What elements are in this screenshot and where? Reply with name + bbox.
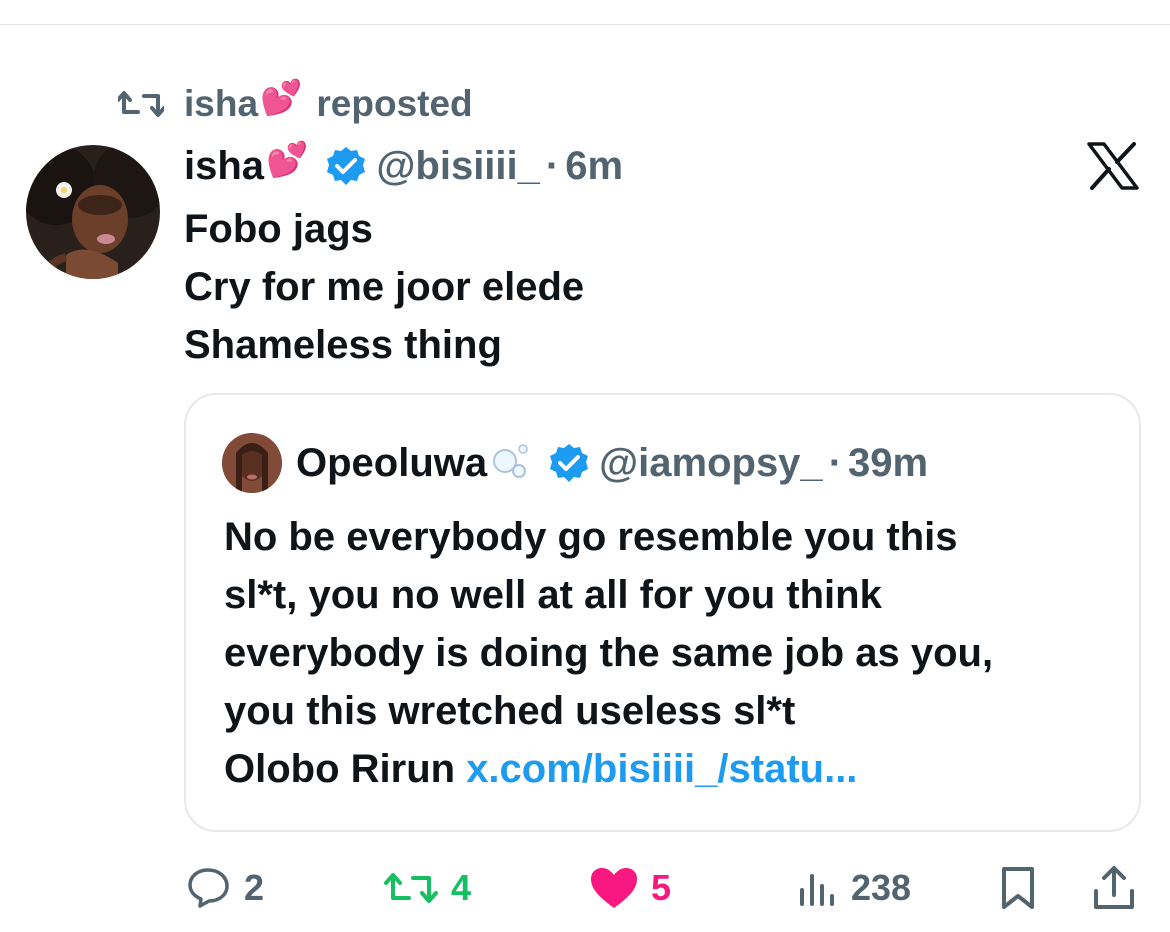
tweet-line: Fobo jags — [184, 207, 373, 251]
tweet-line: Shameless thing — [184, 323, 502, 367]
like-icon — [591, 868, 637, 908]
quoted-line: Olobo Rirun x.com/bisiiii_/statu... — [224, 740, 1124, 798]
views-icon — [800, 874, 834, 906]
repost-icon — [118, 91, 164, 117]
quoted-tweet-card[interactable]: Opeoluwa @iamopsy_ · 39m No be everybody… — [184, 393, 1141, 832]
author-avatar[interactable] — [26, 145, 160, 279]
quoted-line: everybody is doing the same job as you, — [224, 631, 994, 675]
verified-badge-icon — [327, 147, 366, 185]
x-logo-icon — [1087, 142, 1139, 190]
quoted-tweet-header: Opeoluwa @iamopsy_ · 39m — [222, 433, 928, 493]
author-name[interactable]: isha — [184, 144, 264, 189]
tweet-page: isha 💕 reposted isha 💕 @bisiiii_ · 6m Fo… — [0, 0, 1170, 932]
separator: · — [545, 143, 560, 188]
reply-button[interactable]: 2 — [186, 858, 264, 918]
share-icon — [1094, 866, 1134, 909]
repost-name[interactable]: isha — [184, 83, 258, 125]
like-count: 5 — [651, 867, 672, 908]
timestamp[interactable]: 6m — [565, 144, 623, 189]
separator: · — [828, 440, 843, 485]
quoted-tweet-text: No be everybody go resemble you this sl*… — [224, 508, 1124, 798]
repost-count: 4 — [451, 867, 472, 908]
share-button[interactable] — [1092, 858, 1148, 918]
divider — [0, 24, 1170, 25]
quoted-line: you this wretched useless sl*t — [224, 689, 796, 733]
heart-emoji-icon: 💕 — [266, 141, 309, 179]
tweet-text: Fobo jags Cry for me joor elede Shameles… — [184, 200, 584, 374]
bookmark-icon — [1002, 867, 1034, 909]
repost-button[interactable]: 4 — [383, 858, 471, 918]
bookmark-button[interactable] — [998, 858, 1050, 918]
quoted-timestamp[interactable]: 39m — [848, 441, 928, 486]
heart-emoji-icon: 💕 — [260, 79, 303, 117]
repost-icon — [384, 873, 438, 903]
quoted-line: No be everybody go resemble you this — [224, 515, 958, 559]
reply-icon — [188, 868, 229, 908]
quoted-line: sl*t, you no well at all for you think — [224, 573, 882, 617]
verified-badge-icon — [550, 444, 589, 482]
views-count: 238 — [851, 867, 912, 908]
like-button[interactable]: 5 — [589, 858, 671, 918]
quoted-author-handle[interactable]: @iamopsy_ — [599, 441, 823, 486]
action-bar: 2 4 5 238 — [0, 858, 1170, 918]
repost-context[interactable]: isha 💕 reposted — [118, 79, 473, 128]
repost-label: reposted — [316, 83, 473, 124]
quoted-line-text: Olobo Rirun — [224, 747, 467, 791]
quoted-author-name[interactable]: Opeoluwa — [296, 441, 487, 486]
views-button[interactable]: 238 — [795, 858, 911, 918]
tweet-header: isha 💕 @bisiiii_ · 6m — [184, 140, 623, 192]
tweet-line: Cry for me joor elede — [184, 265, 585, 309]
quoted-author-avatar[interactable] — [222, 433, 282, 493]
author-handle[interactable]: @bisiiii_ — [376, 144, 540, 189]
quoted-link[interactable]: x.com/bisiiii_/statu... — [466, 747, 857, 791]
reply-count: 2 — [244, 867, 265, 908]
bubbles-emoji-icon — [493, 444, 528, 478]
